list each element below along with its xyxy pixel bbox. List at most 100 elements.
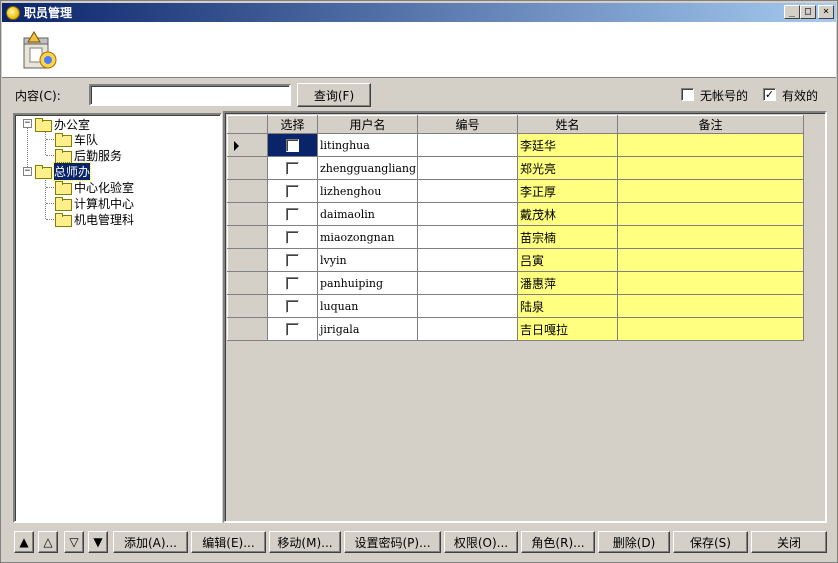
row-select-cell[interactable] bbox=[267, 156, 318, 180]
row-indicator[interactable] bbox=[227, 202, 268, 226]
header-name[interactable]: 姓名 bbox=[517, 115, 618, 134]
number-cell[interactable] bbox=[417, 317, 518, 341]
row-checkbox[interactable] bbox=[286, 207, 299, 221]
header-username[interactable]: 用户名 bbox=[317, 115, 418, 134]
username-cell[interactable]: zhengguangliang bbox=[317, 156, 418, 180]
row-select-cell[interactable] bbox=[267, 202, 318, 226]
name-cell[interactable]: 苗宗楠 bbox=[517, 225, 618, 249]
number-cell[interactable] bbox=[417, 248, 518, 272]
table-row[interactable]: daimaolin 戴茂林 bbox=[227, 202, 804, 226]
tree-node-chief-engineer-office[interactable]: 总师办 bbox=[35, 161, 92, 181]
maximize-button[interactable]: □ bbox=[800, 5, 816, 19]
name-cell[interactable]: 吕寅 bbox=[517, 248, 618, 272]
row-indicator[interactable] bbox=[227, 317, 268, 341]
close-button[interactable]: 关闭 bbox=[751, 531, 827, 553]
header-number[interactable]: 编号 bbox=[417, 115, 518, 134]
name-cell[interactable]: 潘惠萍 bbox=[517, 271, 618, 295]
row-indicator[interactable] bbox=[227, 294, 268, 318]
move-up-button[interactable]: △ bbox=[38, 531, 58, 553]
row-checkbox[interactable] bbox=[286, 322, 299, 336]
active-checkbox[interactable]: ✓ bbox=[763, 88, 776, 101]
row-indicator[interactable] bbox=[227, 225, 268, 249]
row-select-cell[interactable] bbox=[267, 317, 318, 341]
row-indicator[interactable] bbox=[227, 179, 268, 203]
move-down-button[interactable]: ▽ bbox=[64, 531, 84, 553]
delete-button[interactable]: 删除(D) bbox=[598, 531, 670, 553]
row-select-cell[interactable] bbox=[267, 294, 318, 318]
row-indicator[interactable] bbox=[227, 248, 268, 272]
save-button[interactable]: 保存(S) bbox=[673, 531, 748, 553]
query-button[interactable]: 查询(F) bbox=[297, 83, 371, 107]
note-cell[interactable] bbox=[617, 248, 804, 272]
header-note[interactable]: 备注 bbox=[617, 115, 804, 134]
tree-node-logistics[interactable]: 后勤服务 bbox=[55, 147, 122, 163]
row-checkbox[interactable] bbox=[286, 184, 299, 198]
header-select[interactable]: 选择 bbox=[267, 115, 318, 134]
add-button[interactable]: 添加(A)... bbox=[113, 531, 188, 553]
close-window-button[interactable]: × bbox=[818, 5, 834, 19]
tree-node-computer-center[interactable]: 计算机中心 bbox=[55, 195, 134, 211]
table-row[interactable]: lizhenghou 李正厚 bbox=[227, 179, 804, 203]
username-cell[interactable]: lvyin bbox=[317, 248, 418, 272]
move-last-button[interactable]: ▼ bbox=[88, 531, 108, 553]
row-indicator[interactable] bbox=[227, 156, 268, 180]
username-cell[interactable]: litinghua bbox=[317, 133, 418, 157]
row-checkbox[interactable] bbox=[286, 253, 299, 267]
table-row[interactable]: miaozongnan 苗宗楠 bbox=[227, 225, 804, 249]
table-row[interactable]: panhuiping 潘惠萍 bbox=[227, 271, 804, 295]
collapse-icon[interactable]: − bbox=[23, 167, 32, 176]
row-indicator[interactable] bbox=[227, 271, 268, 295]
move-button[interactable]: 移动(M)... bbox=[269, 531, 341, 553]
note-cell[interactable] bbox=[617, 225, 804, 249]
title-bar[interactable]: 职员管理 _ □ × bbox=[2, 3, 836, 22]
row-checkbox[interactable] bbox=[286, 230, 299, 244]
no-account-checkbox[interactable] bbox=[681, 88, 694, 101]
number-cell[interactable] bbox=[417, 294, 518, 318]
row-checkbox[interactable] bbox=[286, 299, 299, 313]
name-cell[interactable]: 吉日嘎拉 bbox=[517, 317, 618, 341]
number-cell[interactable] bbox=[417, 225, 518, 249]
tree-node-electromech[interactable]: 机电管理科 bbox=[55, 211, 134, 227]
row-checkbox[interactable] bbox=[286, 138, 299, 152]
note-cell[interactable] bbox=[617, 294, 804, 318]
edit-button[interactable]: 编辑(E)... bbox=[191, 531, 266, 553]
name-cell[interactable]: 戴茂林 bbox=[517, 202, 618, 226]
username-cell[interactable]: miaozongnan bbox=[317, 225, 418, 249]
number-cell[interactable] bbox=[417, 179, 518, 203]
username-cell[interactable]: jirigala bbox=[317, 317, 418, 341]
staff-grid[interactable]: 选择 用户名 编号 姓名 备注 litinghua 李廷华 zhengguangli… bbox=[223, 111, 827, 523]
table-row[interactable]: lvyin 吕寅 bbox=[227, 248, 804, 272]
username-cell[interactable]: luquan bbox=[317, 294, 418, 318]
table-row[interactable]: jirigala 吉日嘎拉 bbox=[227, 317, 804, 341]
row-select-cell[interactable] bbox=[267, 225, 318, 249]
set-password-button[interactable]: 设置密码(P)... bbox=[344, 531, 441, 553]
minimize-button[interactable]: _ bbox=[784, 5, 800, 19]
username-cell[interactable]: lizhenghou bbox=[317, 179, 418, 203]
tree-node-central-lab[interactable]: 中心化验室 bbox=[55, 179, 134, 195]
row-select-cell[interactable] bbox=[267, 271, 318, 295]
table-row[interactable]: litinghua 李廷华 bbox=[227, 133, 804, 157]
table-row[interactable]: luquan 陆泉 bbox=[227, 294, 804, 318]
collapse-icon[interactable]: − bbox=[23, 119, 32, 128]
tree-node-fleet[interactable]: 车队 bbox=[55, 131, 98, 147]
row-select-cell[interactable] bbox=[267, 133, 318, 157]
number-cell[interactable] bbox=[417, 271, 518, 295]
number-cell[interactable] bbox=[417, 202, 518, 226]
permissions-button[interactable]: 权限(O)... bbox=[444, 531, 518, 553]
username-cell[interactable]: daimaolin bbox=[317, 202, 418, 226]
row-select-cell[interactable] bbox=[267, 179, 318, 203]
move-first-button[interactable]: ▲ bbox=[14, 531, 34, 553]
note-cell[interactable] bbox=[617, 156, 804, 180]
roles-button[interactable]: 角色(R)... bbox=[521, 531, 595, 553]
note-cell[interactable] bbox=[617, 179, 804, 203]
name-cell[interactable]: 李正厚 bbox=[517, 179, 618, 203]
note-cell[interactable] bbox=[617, 202, 804, 226]
note-cell[interactable] bbox=[617, 133, 804, 157]
row-indicator[interactable] bbox=[227, 133, 268, 157]
number-cell[interactable] bbox=[417, 156, 518, 180]
note-cell[interactable] bbox=[617, 317, 804, 341]
department-tree[interactable]: − 办公室 车队 后勤服务 − 总师办 中心化验室 计算机中心 机电管理科 bbox=[13, 113, 222, 523]
row-checkbox[interactable] bbox=[286, 276, 299, 290]
table-row[interactable]: zhengguangliang 郑光亮 bbox=[227, 156, 804, 180]
username-cell[interactable]: panhuiping bbox=[317, 271, 418, 295]
